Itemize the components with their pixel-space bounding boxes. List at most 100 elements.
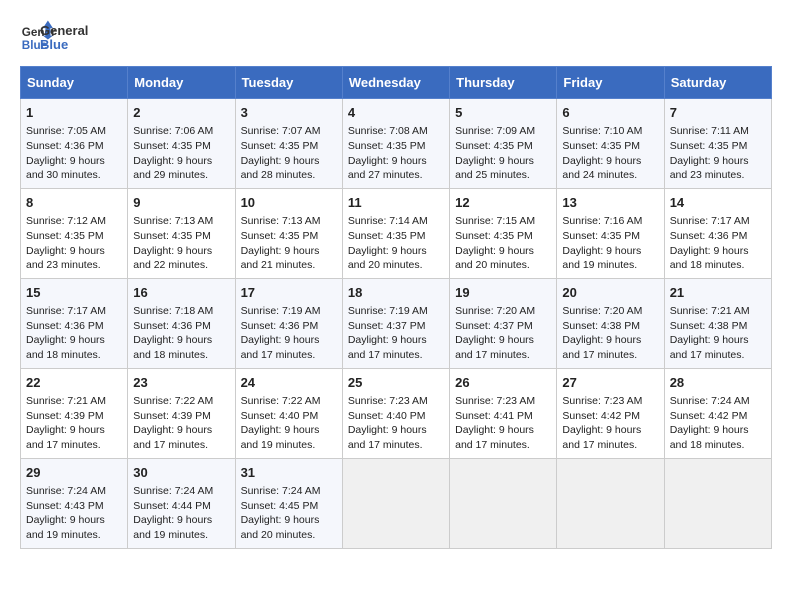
- daylight-text: Daylight: 9 hours and 22 minutes.: [133, 245, 212, 272]
- sunset-text: Sunset: 4:40 PM: [348, 410, 426, 422]
- calendar-cell: 21 Sunrise: 7:21 AM Sunset: 4:38 PM Dayl…: [664, 278, 771, 368]
- daylight-text: Daylight: 9 hours and 17 minutes.: [562, 424, 641, 451]
- daylight-text: Daylight: 9 hours and 23 minutes.: [26, 245, 105, 272]
- weekday-header-tuesday: Tuesday: [235, 67, 342, 99]
- calendar-week-4: 22 Sunrise: 7:21 AM Sunset: 4:39 PM Dayl…: [21, 368, 772, 458]
- sunrise-text: Sunrise: 7:12 AM: [26, 215, 106, 227]
- day-number: 14: [670, 194, 766, 212]
- sunset-text: Sunset: 4:41 PM: [455, 410, 533, 422]
- calendar-cell: 11 Sunrise: 7:14 AM Sunset: 4:35 PM Dayl…: [342, 188, 449, 278]
- daylight-text: Daylight: 9 hours and 19 minutes.: [562, 245, 641, 272]
- calendar-cell: 18 Sunrise: 7:19 AM Sunset: 4:37 PM Dayl…: [342, 278, 449, 368]
- sunset-text: Sunset: 4:42 PM: [562, 410, 640, 422]
- daylight-text: Daylight: 9 hours and 27 minutes.: [348, 155, 427, 182]
- daylight-text: Daylight: 9 hours and 20 minutes.: [455, 245, 534, 272]
- day-number: 11: [348, 194, 444, 212]
- sunset-text: Sunset: 4:38 PM: [562, 320, 640, 332]
- daylight-text: Daylight: 9 hours and 29 minutes.: [133, 155, 212, 182]
- sunrise-text: Sunrise: 7:17 AM: [26, 305, 106, 317]
- day-number: 19: [455, 284, 551, 302]
- daylight-text: Daylight: 9 hours and 20 minutes.: [348, 245, 427, 272]
- daylight-text: Daylight: 9 hours and 18 minutes.: [133, 334, 212, 361]
- sunrise-text: Sunrise: 7:21 AM: [670, 305, 750, 317]
- daylight-text: Daylight: 9 hours and 19 minutes.: [26, 514, 105, 541]
- sunrise-text: Sunrise: 7:18 AM: [133, 305, 213, 317]
- sunset-text: Sunset: 4:44 PM: [133, 500, 211, 512]
- calendar-cell: 29 Sunrise: 7:24 AM Sunset: 4:43 PM Dayl…: [21, 458, 128, 548]
- sunrise-text: Sunrise: 7:23 AM: [348, 395, 428, 407]
- sunset-text: Sunset: 4:35 PM: [348, 230, 426, 242]
- sunset-text: Sunset: 4:35 PM: [455, 140, 533, 152]
- calendar-cell: 1 Sunrise: 7:05 AM Sunset: 4:36 PM Dayli…: [21, 99, 128, 189]
- calendar-week-1: 1 Sunrise: 7:05 AM Sunset: 4:36 PM Dayli…: [21, 99, 772, 189]
- sunrise-text: Sunrise: 7:15 AM: [455, 215, 535, 227]
- day-number: 2: [133, 104, 229, 122]
- sunset-text: Sunset: 4:35 PM: [455, 230, 533, 242]
- day-number: 18: [348, 284, 444, 302]
- calendar-cell: 4 Sunrise: 7:08 AM Sunset: 4:35 PM Dayli…: [342, 99, 449, 189]
- sunrise-text: Sunrise: 7:13 AM: [241, 215, 321, 227]
- sunrise-text: Sunrise: 7:07 AM: [241, 125, 321, 137]
- day-number: 16: [133, 284, 229, 302]
- sunset-text: Sunset: 4:35 PM: [241, 140, 319, 152]
- sunset-text: Sunset: 4:43 PM: [26, 500, 104, 512]
- sunrise-text: Sunrise: 7:19 AM: [241, 305, 321, 317]
- weekday-header-saturday: Saturday: [664, 67, 771, 99]
- calendar-cell: [450, 458, 557, 548]
- sunrise-text: Sunrise: 7:08 AM: [348, 125, 428, 137]
- sunset-text: Sunset: 4:36 PM: [241, 320, 319, 332]
- sunset-text: Sunset: 4:39 PM: [26, 410, 104, 422]
- sunrise-text: Sunrise: 7:16 AM: [562, 215, 642, 227]
- daylight-text: Daylight: 9 hours and 30 minutes.: [26, 155, 105, 182]
- day-number: 23: [133, 374, 229, 392]
- calendar-cell: 5 Sunrise: 7:09 AM Sunset: 4:35 PM Dayli…: [450, 99, 557, 189]
- sunrise-text: Sunrise: 7:05 AM: [26, 125, 106, 137]
- sunset-text: Sunset: 4:36 PM: [26, 140, 104, 152]
- logo-text-blue: Blue: [40, 38, 88, 52]
- sunrise-text: Sunrise: 7:13 AM: [133, 215, 213, 227]
- daylight-text: Daylight: 9 hours and 17 minutes.: [455, 424, 534, 451]
- daylight-text: Daylight: 9 hours and 17 minutes.: [670, 334, 749, 361]
- calendar-cell: 13 Sunrise: 7:16 AM Sunset: 4:35 PM Dayl…: [557, 188, 664, 278]
- daylight-text: Daylight: 9 hours and 18 minutes.: [670, 424, 749, 451]
- sunset-text: Sunset: 4:36 PM: [670, 230, 748, 242]
- sunset-text: Sunset: 4:36 PM: [26, 320, 104, 332]
- sunset-text: Sunset: 4:35 PM: [26, 230, 104, 242]
- calendar-week-5: 29 Sunrise: 7:24 AM Sunset: 4:43 PM Dayl…: [21, 458, 772, 548]
- calendar-cell: 19 Sunrise: 7:20 AM Sunset: 4:37 PM Dayl…: [450, 278, 557, 368]
- daylight-text: Daylight: 9 hours and 17 minutes.: [348, 334, 427, 361]
- calendar-cell: 16 Sunrise: 7:18 AM Sunset: 4:36 PM Dayl…: [128, 278, 235, 368]
- daylight-text: Daylight: 9 hours and 17 minutes.: [133, 424, 212, 451]
- calendar-cell: 31 Sunrise: 7:24 AM Sunset: 4:45 PM Dayl…: [235, 458, 342, 548]
- day-number: 10: [241, 194, 337, 212]
- sunset-text: Sunset: 4:37 PM: [455, 320, 533, 332]
- sunrise-text: Sunrise: 7:22 AM: [133, 395, 213, 407]
- calendar-cell: 20 Sunrise: 7:20 AM Sunset: 4:38 PM Dayl…: [557, 278, 664, 368]
- day-number: 7: [670, 104, 766, 122]
- sunset-text: Sunset: 4:40 PM: [241, 410, 319, 422]
- sunrise-text: Sunrise: 7:14 AM: [348, 215, 428, 227]
- daylight-text: Daylight: 9 hours and 25 minutes.: [455, 155, 534, 182]
- daylight-text: Daylight: 9 hours and 28 minutes.: [241, 155, 320, 182]
- calendar-week-3: 15 Sunrise: 7:17 AM Sunset: 4:36 PM Dayl…: [21, 278, 772, 368]
- calendar-cell: 8 Sunrise: 7:12 AM Sunset: 4:35 PM Dayli…: [21, 188, 128, 278]
- day-number: 27: [562, 374, 658, 392]
- daylight-text: Daylight: 9 hours and 18 minutes.: [26, 334, 105, 361]
- day-number: 25: [348, 374, 444, 392]
- calendar-cell: 3 Sunrise: 7:07 AM Sunset: 4:35 PM Dayli…: [235, 99, 342, 189]
- sunrise-text: Sunrise: 7:23 AM: [562, 395, 642, 407]
- sunrise-text: Sunrise: 7:21 AM: [26, 395, 106, 407]
- day-number: 26: [455, 374, 551, 392]
- day-number: 9: [133, 194, 229, 212]
- sunset-text: Sunset: 4:39 PM: [133, 410, 211, 422]
- day-number: 30: [133, 464, 229, 482]
- calendar-body: 1 Sunrise: 7:05 AM Sunset: 4:36 PM Dayli…: [21, 99, 772, 549]
- sunrise-text: Sunrise: 7:24 AM: [241, 485, 321, 497]
- daylight-text: Daylight: 9 hours and 24 minutes.: [562, 155, 641, 182]
- calendar-cell: 17 Sunrise: 7:19 AM Sunset: 4:36 PM Dayl…: [235, 278, 342, 368]
- day-number: 17: [241, 284, 337, 302]
- sunset-text: Sunset: 4:35 PM: [562, 230, 640, 242]
- sunset-text: Sunset: 4:42 PM: [670, 410, 748, 422]
- calendar-cell: 23 Sunrise: 7:22 AM Sunset: 4:39 PM Dayl…: [128, 368, 235, 458]
- sunrise-text: Sunrise: 7:20 AM: [455, 305, 535, 317]
